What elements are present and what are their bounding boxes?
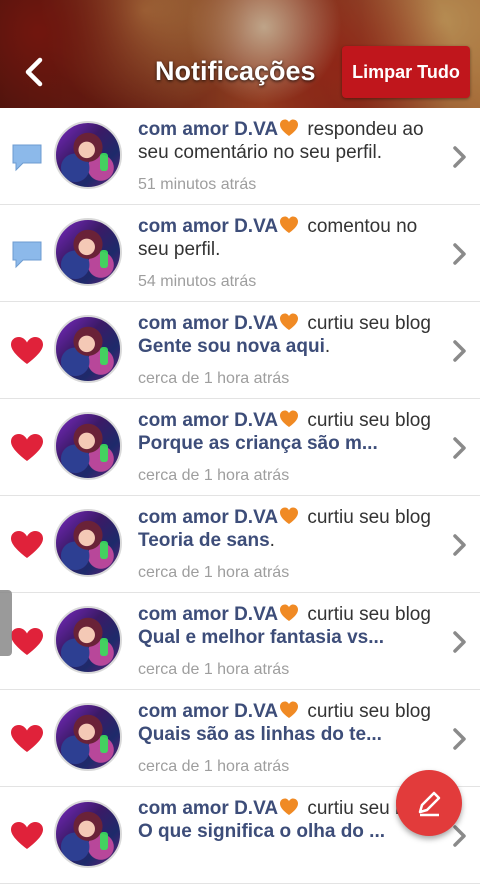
chevron-right-icon[interactable] — [450, 339, 468, 363]
orange-heart-icon — [279, 215, 299, 235]
avatar-detail — [100, 444, 108, 462]
orange-heart-icon — [279, 312, 299, 332]
notification-row[interactable]: com amor D.VA curtiu seu blog Teoria de … — [0, 496, 480, 593]
punctuation: . — [324, 336, 331, 357]
avatar[interactable] — [54, 800, 122, 868]
blog-link[interactable]: Teoria de sans — [138, 530, 270, 551]
chevron-right-icon[interactable] — [450, 727, 468, 751]
avatar-detail — [100, 541, 108, 559]
chevron-right-icon[interactable] — [450, 145, 468, 169]
notification-row[interactable]: com amor D.VA curtiu seu blog Porque as … — [0, 399, 480, 496]
avatar[interactable] — [54, 218, 122, 286]
chevron-right-icon[interactable] — [450, 630, 468, 654]
avatar[interactable] — [54, 703, 122, 771]
username-link[interactable]: com amor D.VA — [138, 313, 278, 334]
blog-link[interactable]: Quais são as linhas do te... — [138, 724, 382, 745]
notification-text: com amor D.VA curtiu seu blog Teoria de … — [138, 506, 444, 552]
notification-text: com amor D.VA curtiu seu blog Qual e mel… — [138, 603, 444, 649]
blog-link[interactable]: O que significa o olha do ... — [138, 821, 385, 842]
header-banner: Notificações Limpar Tudo — [0, 0, 480, 108]
username-link[interactable]: com amor D.VA — [138, 604, 278, 625]
action-text: curtiu seu blog — [302, 313, 431, 334]
avatar[interactable] — [54, 509, 122, 577]
action-text: curtiu seu blog — [302, 701, 431, 722]
avatar-detail — [100, 735, 108, 753]
orange-heart-icon — [279, 700, 299, 720]
notification-row[interactable]: com amor D.VA comentou no seu perfil. 54 … — [0, 205, 480, 302]
blog-link[interactable]: Qual e melhor fantasia vs... — [138, 627, 384, 648]
avatar-detail — [100, 832, 108, 850]
notification-text: com amor D.VA curtiu seu blog Quais são … — [138, 700, 444, 746]
notification-text: com amor D.VA comentou no seu perfil. — [138, 215, 444, 261]
blog-link[interactable]: Porque as criança são m... — [138, 433, 378, 454]
avatar-detail — [100, 638, 108, 656]
notification-list: com amor D.VA respondeu ao seu comentári… — [0, 108, 480, 884]
notification-row[interactable]: com amor D.VA curtiu seu blog Qual e mel… — [0, 593, 480, 690]
timestamp: cerca de 1 hora atrás — [138, 564, 290, 581]
speech-bubble-icon — [10, 239, 44, 269]
timestamp: 54 minutos atrás — [138, 273, 257, 290]
avatar[interactable] — [54, 606, 122, 674]
timestamp: cerca de 1 hora atrás — [138, 467, 290, 484]
notification-text: com amor D.VA respondeu ao seu comentári… — [138, 118, 444, 164]
chevron-right-icon[interactable] — [450, 533, 468, 557]
notification-text: com amor D.VA curtiu seu blog Porque as … — [138, 409, 444, 455]
orange-heart-icon — [279, 118, 299, 138]
compose-button[interactable] — [396, 770, 462, 836]
chevron-right-icon[interactable] — [450, 242, 468, 266]
action-text: curtiu seu blog — [302, 410, 431, 431]
chevron-left-icon — [25, 57, 43, 87]
username-link[interactable]: com amor D.VA — [138, 701, 278, 722]
heart-icon — [10, 724, 44, 754]
notification-row[interactable]: com amor D.VA curtiu seu blog Gente sou … — [0, 302, 480, 399]
pencil-icon — [418, 791, 441, 817]
timestamp: cerca de 1 hora atrás — [138, 661, 290, 678]
username-link[interactable]: com amor D.VA — [138, 119, 278, 140]
avatar[interactable] — [54, 315, 122, 383]
username-link[interactable]: com amor D.VA — [138, 410, 278, 431]
notification-text: com amor D.VA curtiu seu blog Gente sou … — [138, 312, 444, 358]
username-link[interactable]: com amor D.VA — [138, 798, 278, 819]
avatar[interactable] — [54, 121, 122, 189]
page-title: Notificações — [155, 56, 316, 86]
punctuation: . — [269, 530, 275, 551]
avatar-detail — [100, 153, 108, 171]
username-link[interactable]: com amor D.VA — [138, 216, 278, 237]
orange-heart-icon — [279, 506, 299, 526]
notification-row[interactable]: com amor D.VA curtiu seu blog Quais são … — [0, 690, 480, 787]
avatar-detail — [100, 347, 108, 365]
blog-link[interactable]: Gente sou nova aqui — [138, 336, 325, 357]
chevron-right-icon[interactable] — [450, 436, 468, 460]
heart-icon — [10, 433, 44, 463]
heart-icon — [10, 336, 44, 366]
clear-all-button[interactable]: Limpar Tudo — [342, 46, 470, 98]
orange-heart-icon — [279, 603, 299, 623]
side-drawer-handle[interactable] — [0, 590, 12, 656]
notification-row[interactable]: com amor D.VA respondeu ao seu comentári… — [0, 108, 480, 205]
orange-heart-icon — [279, 797, 299, 817]
speech-bubble-icon — [10, 142, 44, 172]
avatar[interactable] — [54, 412, 122, 480]
action-text: curtiu seu blog — [302, 507, 431, 528]
avatar-detail — [100, 250, 108, 268]
username-link[interactable]: com amor D.VA — [138, 507, 278, 528]
heart-icon — [10, 821, 44, 851]
heart-icon — [10, 627, 44, 657]
timestamp: cerca de 1 hora atrás — [138, 370, 290, 387]
timestamp: 51 minutos atrás — [138, 176, 257, 193]
action-text: curtiu seu blog — [302, 604, 431, 625]
heart-icon — [10, 530, 44, 560]
orange-heart-icon — [279, 409, 299, 429]
chevron-right-icon[interactable] — [450, 824, 468, 848]
timestamp: cerca de 1 hora atrás — [138, 758, 290, 775]
back-button[interactable] — [18, 54, 48, 90]
